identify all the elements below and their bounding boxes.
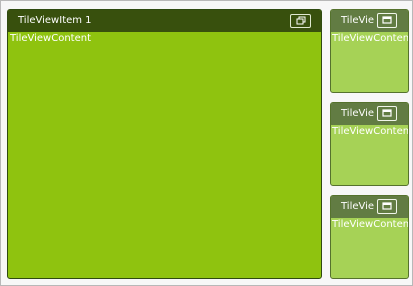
- maximize-icon: [382, 16, 392, 24]
- tile-header[interactable]: TileVie: [331, 196, 408, 218]
- maximize-button[interactable]: [377, 106, 397, 121]
- tile-item-4[interactable]: TileVie TileViewContent: [330, 195, 409, 279]
- tile-view-container: TileViewItem 1 TileViewContent TileVie T…: [0, 0, 413, 286]
- tile-header[interactable]: TileVie: [331, 103, 408, 125]
- tile-title: TileVie: [341, 15, 375, 26]
- tile-header[interactable]: TileVie: [331, 10, 408, 32]
- maximize-button[interactable]: [377, 13, 397, 28]
- maximize-icon: [382, 202, 392, 210]
- tile-item-1[interactable]: TileViewItem 1 TileViewContent: [7, 9, 322, 279]
- tile-content: TileViewContent: [332, 33, 409, 44]
- restore-icon: [296, 16, 306, 25]
- tile-header[interactable]: TileViewItem 1: [8, 10, 321, 32]
- tile-title: TileVie: [341, 108, 375, 119]
- tile-content: TileViewContent: [332, 219, 409, 230]
- maximize-icon: [382, 109, 392, 117]
- tile-content: TileViewContent: [10, 33, 92, 44]
- tile-title: TileVie: [341, 201, 375, 212]
- maximize-button[interactable]: [377, 199, 397, 214]
- tile-item-2[interactable]: TileVie TileViewContent: [330, 9, 409, 93]
- tile-title: TileViewItem 1: [18, 15, 92, 26]
- restore-button[interactable]: [290, 14, 311, 28]
- tile-item-3[interactable]: TileVie TileViewContent: [330, 102, 409, 186]
- tile-content: TileViewContent: [332, 126, 409, 137]
